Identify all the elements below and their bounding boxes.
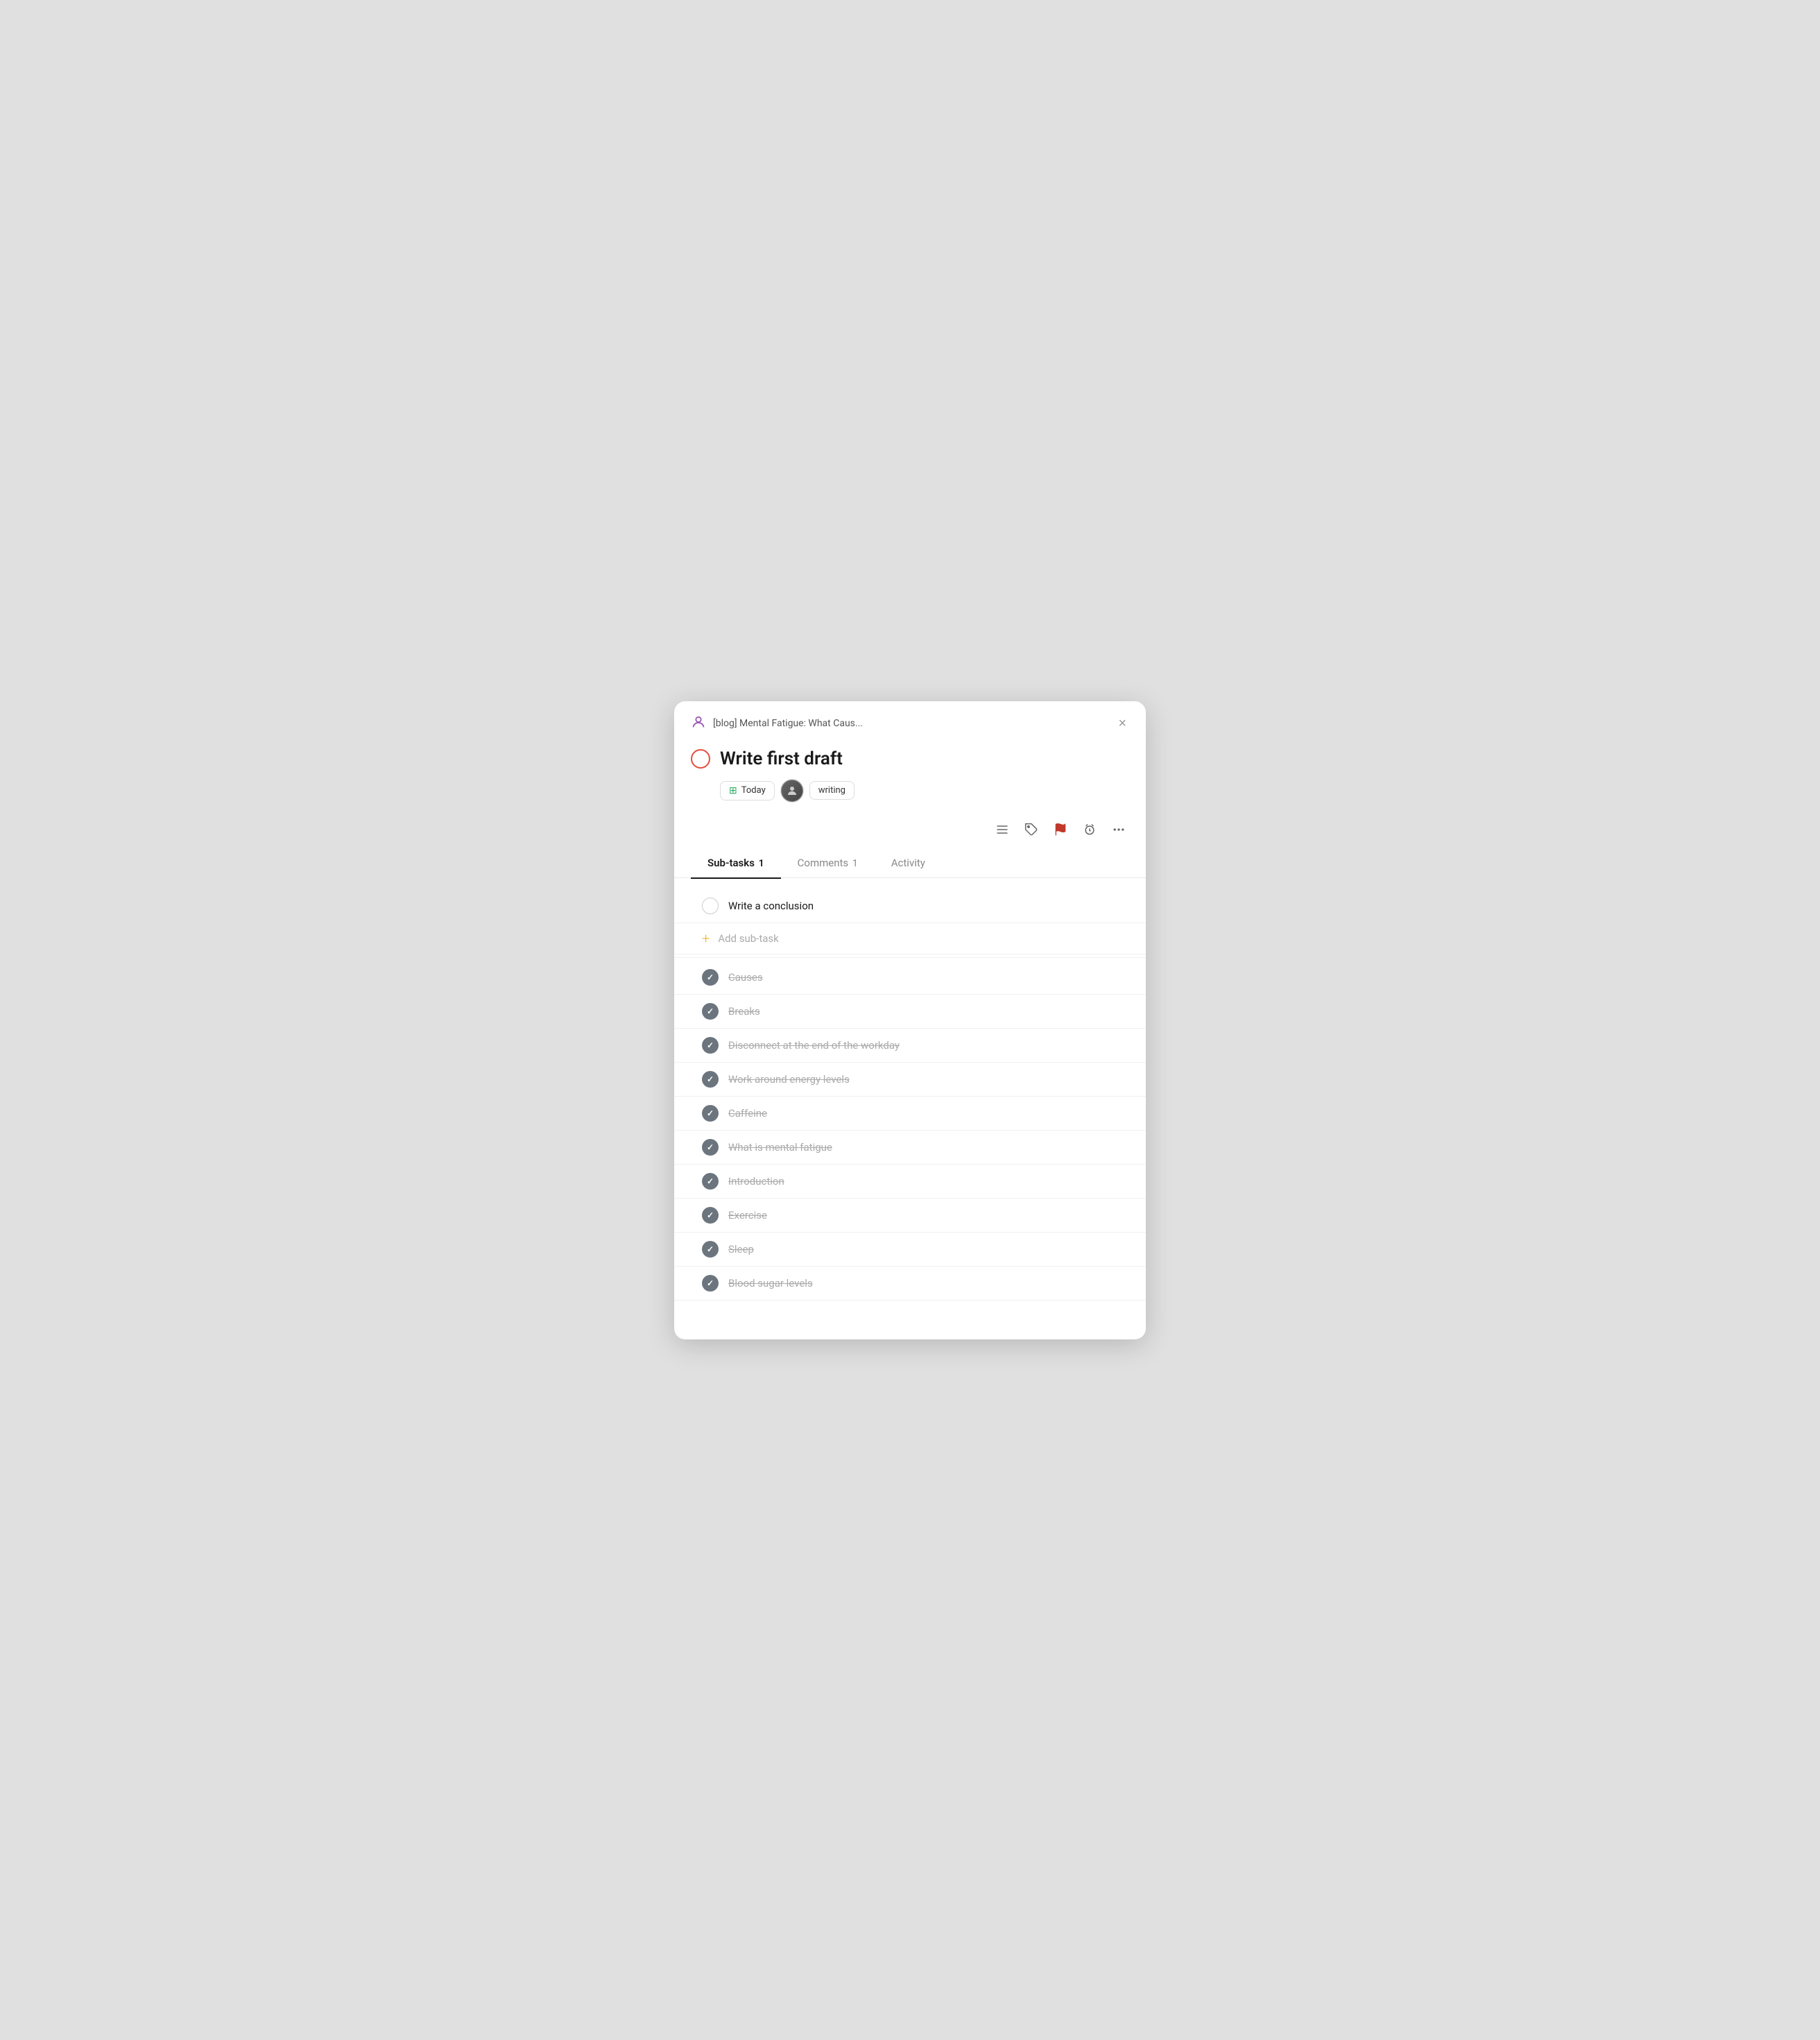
list-icon[interactable] <box>992 819 1013 840</box>
check-circle: ✓ <box>702 1207 719 1224</box>
completed-label: Causes <box>728 971 763 984</box>
completed-task-sleep[interactable]: ✓ Sleep <box>674 1233 1146 1267</box>
tab-subtasks-label: Sub-tasks <box>707 857 755 869</box>
check-circle: ✓ <box>702 1003 719 1020</box>
close-button[interactable]: × <box>1115 714 1129 733</box>
completed-label: Caffeine <box>728 1107 767 1120</box>
add-subtask-button[interactable]: + Add sub-task <box>674 923 1146 954</box>
divider <box>674 957 1146 958</box>
task-title-section: Write first draft <box>674 742 1146 779</box>
completed-label: Work around energy levels <box>728 1073 850 1086</box>
check-circle: ✓ <box>702 1071 719 1088</box>
alarm-icon[interactable] <box>1079 819 1100 840</box>
add-subtask-label: Add sub-task <box>718 932 778 945</box>
checkmark-icon: ✓ <box>707 972 714 982</box>
completed-task-exercise[interactable]: ✓ Exercise <box>674 1199 1146 1233</box>
checkmark-icon: ✓ <box>707 1278 714 1288</box>
completed-task-blood-sugar[interactable]: ✓ Blood sugar levels <box>674 1267 1146 1301</box>
checkmark-icon: ✓ <box>707 1176 714 1186</box>
user-icon <box>691 714 706 732</box>
completed-task-disconnect[interactable]: ✓ Disconnect at the end of the workday <box>674 1029 1146 1063</box>
checkmark-icon: ✓ <box>707 1040 714 1050</box>
checkmark-icon: ✓ <box>707 1108 714 1118</box>
header-left: [blog] Mental Fatigue: What Caus... <box>691 714 863 732</box>
completed-task-mental-fatigue[interactable]: ✓ What is mental fatigue <box>674 1131 1146 1165</box>
check-circle: ✓ <box>702 1139 719 1156</box>
completed-task-causes[interactable]: ✓ Causes <box>674 961 1146 995</box>
tag-icon[interactable] <box>1021 819 1042 840</box>
checkmark-icon: ✓ <box>707 1142 714 1152</box>
subtask-label: Write a conclusion <box>728 900 814 912</box>
modal-header: [blog] Mental Fatigue: What Caus... × <box>674 701 1146 742</box>
tab-activity[interactable]: Activity <box>875 848 942 879</box>
due-date-pill[interactable]: ⊞ Today <box>720 781 775 800</box>
check-circle: ✓ <box>702 1037 719 1054</box>
completed-label: Introduction <box>728 1175 784 1188</box>
checkmark-icon: ✓ <box>707 1210 714 1220</box>
tab-subtasks[interactable]: Sub-tasks 1 <box>691 848 781 879</box>
task-status-circle[interactable] <box>691 749 710 769</box>
tab-activity-label: Activity <box>891 857 925 869</box>
plus-icon: + <box>702 932 710 945</box>
completed-task-breaks[interactable]: ✓ Breaks <box>674 995 1146 1029</box>
subtask-item[interactable]: Write a conclusion <box>674 889 1146 923</box>
completed-label: What is mental fatigue <box>728 1141 832 1154</box>
check-circle: ✓ <box>702 1173 719 1190</box>
checkmark-icon: ✓ <box>707 1244 714 1254</box>
task-meta: ⊞ Today writing <box>674 779 1146 814</box>
breadcrumb: [blog] Mental Fatigue: What Caus... <box>713 718 863 729</box>
more-icon[interactable] <box>1108 819 1129 840</box>
tab-comments-label: Comments <box>798 857 849 869</box>
tab-comments[interactable]: Comments 1 <box>781 848 875 879</box>
tab-comments-count: 1 <box>852 858 858 869</box>
completed-label: Disconnect at the end of the workday <box>728 1039 900 1052</box>
check-circle: ✓ <box>702 969 719 986</box>
task-title: Write first draft <box>720 748 843 769</box>
due-date-label: Today <box>741 785 766 796</box>
tag-label: writing <box>818 785 845 796</box>
close-icon: × <box>1118 716 1126 731</box>
checkmark-icon: ✓ <box>707 1006 714 1016</box>
completed-label: Exercise <box>728 1209 767 1222</box>
assignee-avatar[interactable] <box>780 779 804 803</box>
completed-task-energy[interactable]: ✓ Work around energy levels <box>674 1063 1146 1097</box>
tabs: Sub-tasks 1 Comments 1 Activity <box>674 848 1146 879</box>
tag-pill[interactable]: writing <box>809 781 855 800</box>
completed-task-introduction[interactable]: ✓ Introduction <box>674 1165 1146 1199</box>
tab-subtasks-count: 1 <box>759 858 764 869</box>
completed-label: Blood sugar levels <box>728 1277 813 1289</box>
calendar-icon: ⊞ <box>729 785 737 796</box>
toolbar <box>674 814 1146 848</box>
checkmark-icon: ✓ <box>707 1074 714 1084</box>
subtask-checkbox[interactable] <box>702 898 719 914</box>
check-circle: ✓ <box>702 1241 719 1258</box>
flag-icon[interactable] <box>1050 819 1071 840</box>
check-circle: ✓ <box>702 1105 719 1122</box>
task-modal: [blog] Mental Fatigue: What Caus... × Wr… <box>674 701 1146 1339</box>
completed-task-caffeine[interactable]: ✓ Caffeine <box>674 1097 1146 1131</box>
subtasks-content: Write a conclusion + Add sub-task ✓ Caus… <box>674 878 1146 1339</box>
check-circle: ✓ <box>702 1275 719 1292</box>
avatar-image <box>782 780 802 801</box>
completed-label: Breaks <box>728 1005 760 1018</box>
completed-label: Sleep <box>728 1243 754 1255</box>
